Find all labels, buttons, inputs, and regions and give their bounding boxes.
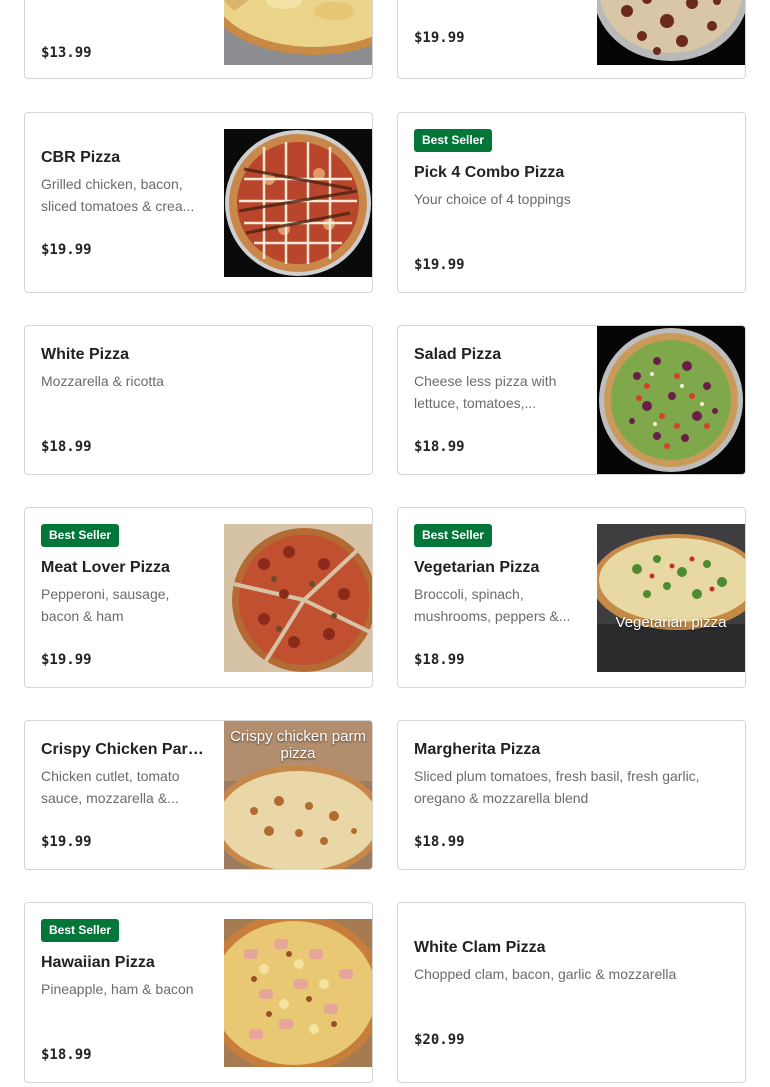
item-price: $20.99	[414, 1032, 465, 1048]
pizza-image	[224, 0, 372, 65]
menu-item-card[interactable]: Crispy Chicken Parm... Chicken cutlet, t…	[24, 720, 373, 870]
item-description: Cheese less pizza with lettuce, tomatoes…	[414, 373, 557, 411]
item-price: $19.99	[41, 652, 92, 668]
item-name: Margherita Pizza	[414, 741, 541, 758]
best-seller-badge: Best Seller	[414, 524, 493, 547]
item-price: $18.99	[41, 1047, 92, 1063]
pizza-image	[224, 129, 372, 277]
best-seller-badge: Best Seller	[41, 919, 120, 942]
item-price: $19.99	[414, 257, 465, 273]
pizza-image: Crispy chicken parm pizza	[224, 721, 372, 869]
menu-item-card[interactable]: CBR Pizza Grilled chicken, bacon, sliced…	[24, 112, 373, 293]
item-description: Broccoli, spinach, mushrooms, peppers &.…	[414, 586, 571, 624]
item-name: CBR Pizza	[41, 149, 121, 166]
image-caption: Vegetarian pizza	[615, 614, 727, 631]
item-name: Vegetarian Pizza	[414, 559, 540, 576]
menu-item-card[interactable]: White Pizza Mozzarella & ricotta $18.99	[24, 325, 373, 475]
item-description: Pineapple, ham & bacon	[41, 981, 194, 997]
menu-item-card[interactable]: Margherita Pizza Sliced plum tomatoes, f…	[397, 720, 746, 870]
best-seller-badge: Best Seller	[414, 129, 493, 152]
pizza-image	[597, 326, 745, 474]
item-price: $19.99	[41, 242, 92, 258]
menu-item-card[interactable]: Best Seller Hawaiian Pizza Pineapple, ha…	[24, 902, 373, 1083]
best-seller-badge: Best Seller	[41, 524, 120, 547]
item-price: $18.99	[414, 439, 465, 455]
menu-item-card[interactable]: Best Seller Pick 4 Combo Pizza Your choi…	[397, 112, 746, 293]
pizza-image: Vegetarian pizza	[597, 524, 745, 672]
menu-item-card[interactable]: Best Seller Vegetarian Pizza Broccoli, s…	[397, 507, 746, 688]
pizza-image	[224, 919, 372, 1067]
item-name: White Pizza	[41, 346, 130, 363]
menu-item-card[interactable]: Salad Pizza Cheese less pizza with lettu…	[397, 325, 746, 475]
item-description: Chopped clam, bacon, garlic & mozzarella	[414, 966, 677, 982]
menu-item-card[interactable]: White Clam Pizza Chopped clam, bacon, ga…	[397, 902, 746, 1083]
item-name: Salad Pizza	[414, 346, 502, 363]
image-caption: Crispy chicken parm pizza	[230, 728, 366, 762]
item-price: $18.99	[41, 439, 92, 455]
menu-item-card[interactable]: Best Seller Meat Lover Pizza Pepperoni, …	[24, 507, 373, 688]
item-name: White Clam Pizza	[414, 939, 546, 956]
item-description: Pepperoni, sausage, bacon & ham	[41, 586, 170, 624]
item-price: $13.99	[41, 45, 92, 61]
item-description: Grilled chicken, bacon, sliced tomatoes …	[41, 176, 195, 214]
item-description: Sliced plum tomatoes, fresh basil, fresh…	[414, 768, 700, 806]
item-description: Your choice of 4 toppings	[414, 191, 571, 207]
pizza-image	[224, 524, 372, 672]
item-price: $19.99	[414, 30, 465, 46]
item-price: $19.99	[41, 834, 92, 850]
menu-item-card[interactable]: $13.99	[24, 0, 373, 79]
item-price: $18.99	[414, 834, 465, 850]
item-name: Hawaiian Pizza	[41, 954, 155, 971]
item-name: Meat Lover Pizza	[41, 559, 170, 576]
menu-item-card[interactable]: $19.99	[397, 0, 746, 79]
item-price: $18.99	[414, 652, 465, 668]
item-name: Pick 4 Combo Pizza	[414, 164, 565, 181]
item-name: Crispy Chicken Parm...	[41, 741, 212, 758]
item-description: Chicken cutlet, tomato sauce, mozzarella…	[41, 768, 180, 806]
pizza-image	[597, 0, 745, 65]
item-description: Mozzarella & ricotta	[41, 373, 164, 389]
